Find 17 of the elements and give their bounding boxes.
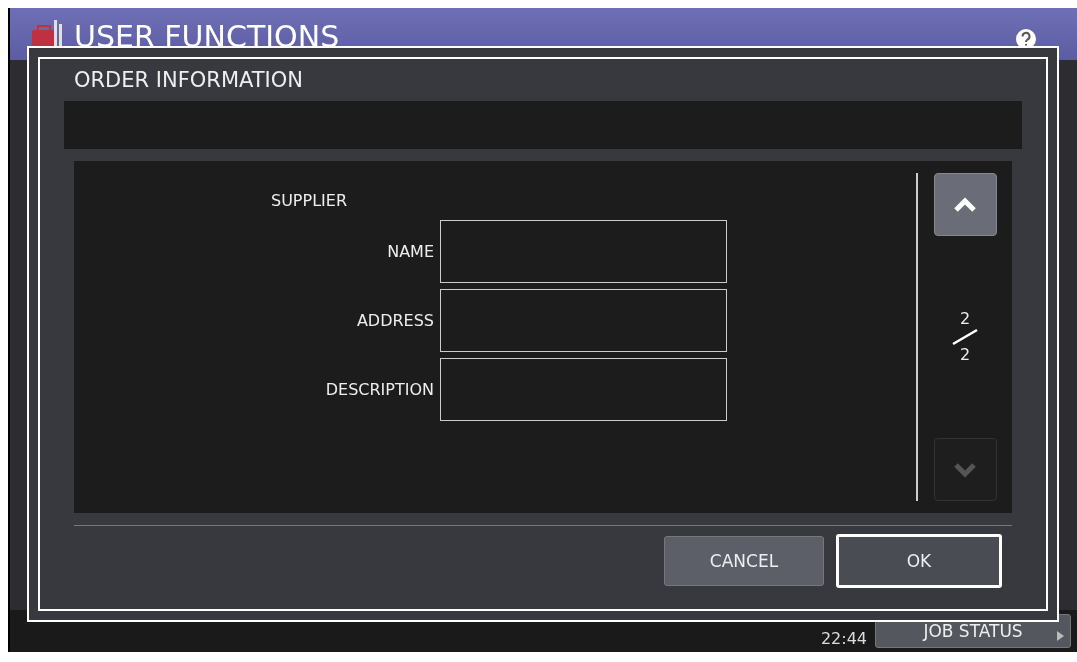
ok-button[interactable]: OK [836,534,1002,588]
chevron-up-icon [953,196,977,213]
clock-time: 22:44 [820,629,867,648]
field-label: NAME [386,242,435,261]
dialog-title: ORDER INFORMATION [73,67,305,94]
total-pages: 2 [959,346,971,364]
input-field[interactable] [440,289,727,352]
section-label: SUPPLIER [271,191,349,210]
cancel-button[interactable]: CANCEL [664,536,824,586]
field-label: DESCRIPTION [324,380,435,399]
input-field[interactable] [440,358,727,421]
current-page: 2 [959,310,971,328]
input-field[interactable] [440,220,727,283]
chevron-down-icon [953,461,977,478]
field-label: ADDRESS [355,311,435,330]
slash-icon [951,328,979,346]
page-up-button[interactable] [933,173,997,236]
